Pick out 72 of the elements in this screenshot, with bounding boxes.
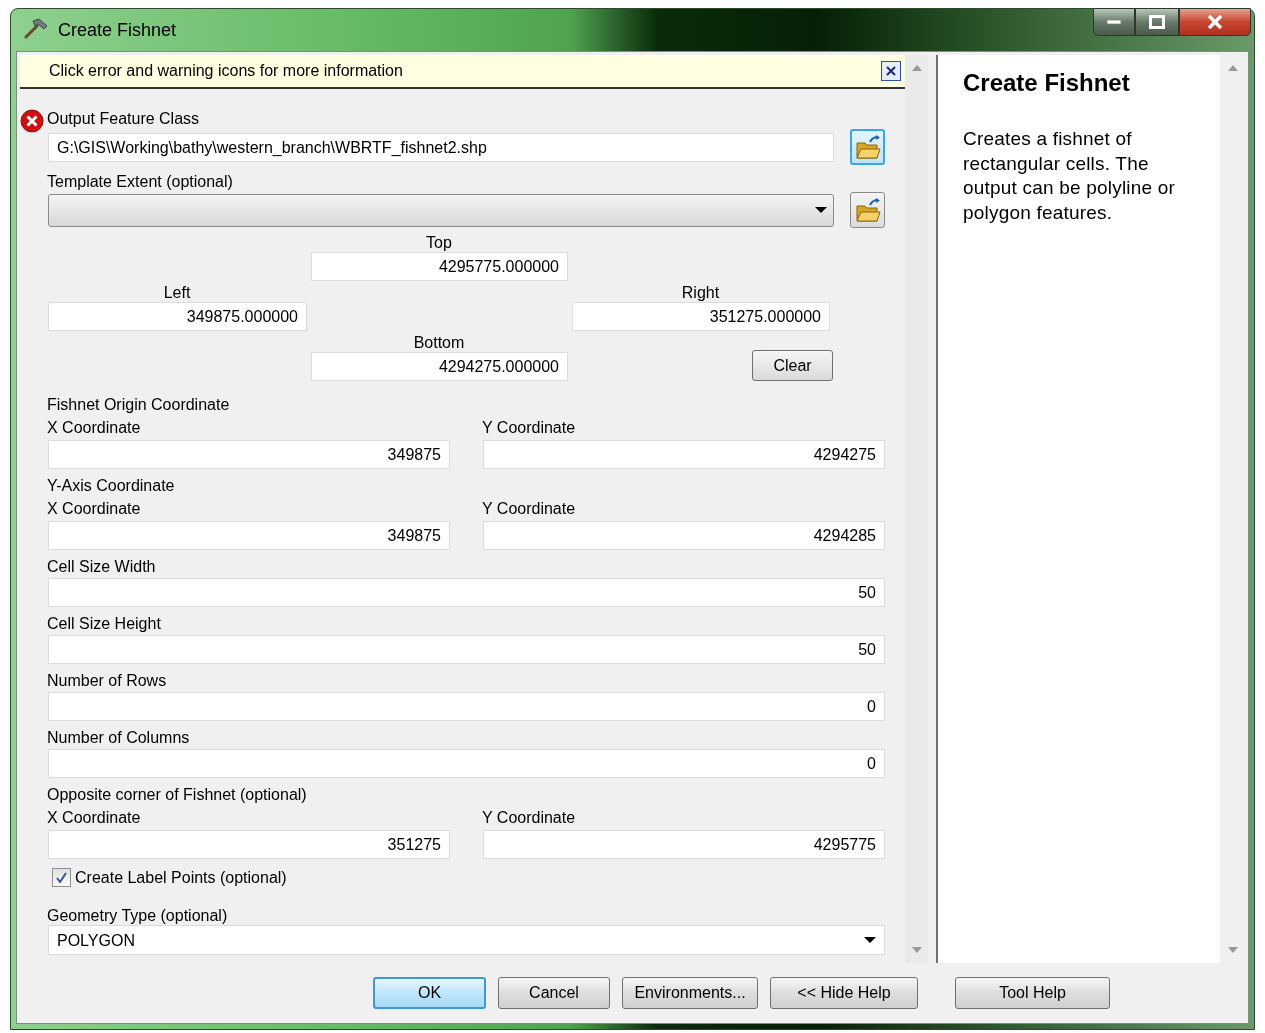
- field-label: Y Coordinate: [482, 500, 577, 518]
- check-icon: [56, 872, 67, 883]
- input-field[interactable]: 4294285: [483, 521, 885, 550]
- input-field[interactable]: 0: [48, 692, 885, 721]
- input-field[interactable]: 4294275.000000: [311, 352, 568, 381]
- tool-help-button[interactable]: Tool Help: [955, 977, 1110, 1009]
- field-label: Bottom: [412, 334, 466, 352]
- field-label: Cell Size Width: [47, 558, 157, 576]
- input-field[interactable]: 351275: [48, 830, 450, 859]
- field-label: Template Extent (optional): [47, 173, 234, 191]
- input-field[interactable]: 351275.000000: [572, 302, 830, 331]
- scroll-up-icon: [911, 65, 922, 71]
- scroll-down-icon: [1227, 947, 1238, 953]
- maximize-icon: [1149, 15, 1165, 29]
- input-field[interactable]: G:\GIS\Working\bathy\western_branch\WBRTF_fishnet2.shp: [48, 132, 834, 162]
- input-field[interactable]: 50: [48, 578, 885, 607]
- field-label: X Coordinate: [47, 500, 142, 518]
- input-field[interactable]: 349875.000000: [48, 302, 307, 331]
- field-label: Cell Size Height: [47, 615, 162, 633]
- checkbox[interactable]: [52, 868, 71, 887]
- scrollbar[interactable]: [905, 55, 928, 963]
- browse-button[interactable]: [850, 129, 885, 165]
- field-label: Output Feature Class: [47, 110, 201, 128]
- input-field[interactable]: 0: [48, 749, 885, 778]
- folder-icon: [853, 197, 882, 223]
- input-field[interactable]: 4295775: [483, 830, 885, 859]
- field-label: Y-Axis Coordinate: [47, 477, 176, 495]
- clear-button[interactable]: Clear: [752, 350, 833, 381]
- browse-button[interactable]: [850, 192, 885, 228]
- input-field[interactable]: 349875: [48, 440, 450, 469]
- caret-icon: [864, 937, 876, 943]
- error-icon[interactable]: [20, 109, 44, 133]
- field-label: Right: [680, 284, 721, 302]
- field-label: Geometry Type (optional): [47, 907, 229, 925]
- close-icon: [1207, 15, 1223, 29]
- scrollbar[interactable]: [1220, 55, 1245, 963]
- minimize-icon: [1107, 20, 1121, 24]
- scroll-up-icon: [1227, 65, 1238, 71]
- field-label: X Coordinate: [47, 809, 142, 827]
- field-label: Y Coordinate: [482, 809, 577, 827]
- dropdown-value: POLYGON: [57, 930, 135, 951]
- dropdown-field[interactable]: POLYGON: [48, 925, 885, 955]
- scroll-down-icon: [911, 947, 922, 953]
- dropdown-field[interactable]: [48, 193, 834, 227]
- field-label: Number of Rows: [47, 672, 168, 690]
- folder-icon: [853, 134, 882, 160]
- field-label: Opposite corner of Fishnet (optional): [47, 786, 308, 804]
- field-label: Number of Columns: [47, 729, 191, 747]
- dialog-button[interactable]: Environments...: [622, 977, 758, 1009]
- field-label: Y Coordinate: [482, 419, 577, 437]
- message-text: Click error and warning icons for more information: [49, 62, 403, 80]
- checkbox-label[interactable]: Create Label Points (optional): [75, 868, 287, 887]
- help-description: Creates a fishnet of rectangular cells. The output can be polyline or polygon features.: [963, 127, 1177, 225]
- dialog-button[interactable]: << Hide Help: [770, 977, 918, 1009]
- dialog-button[interactable]: Cancel: [498, 977, 610, 1009]
- dialog-button[interactable]: OK: [373, 977, 486, 1009]
- window-title: Create Fishnet: [58, 19, 177, 41]
- minimize-button[interactable]: [1093, 8, 1135, 36]
- input-field[interactable]: 4295775.000000: [311, 252, 568, 281]
- close-button[interactable]: [1179, 8, 1251, 36]
- input-field[interactable]: 349875: [48, 521, 450, 550]
- maximize-button[interactable]: [1135, 8, 1179, 36]
- caret-icon: [815, 207, 827, 213]
- field-label: Top: [425, 234, 453, 252]
- input-field[interactable]: 4294275: [483, 440, 885, 469]
- input-field[interactable]: 50: [48, 635, 885, 664]
- field-label: Fishnet Origin Coordinate: [47, 396, 231, 414]
- help-title: Create Fishnet: [963, 69, 1131, 97]
- close-icon: [886, 66, 896, 76]
- field-label: Left: [162, 284, 192, 302]
- close-button[interactable]: [881, 61, 901, 81]
- field-label: X Coordinate: [47, 419, 142, 437]
